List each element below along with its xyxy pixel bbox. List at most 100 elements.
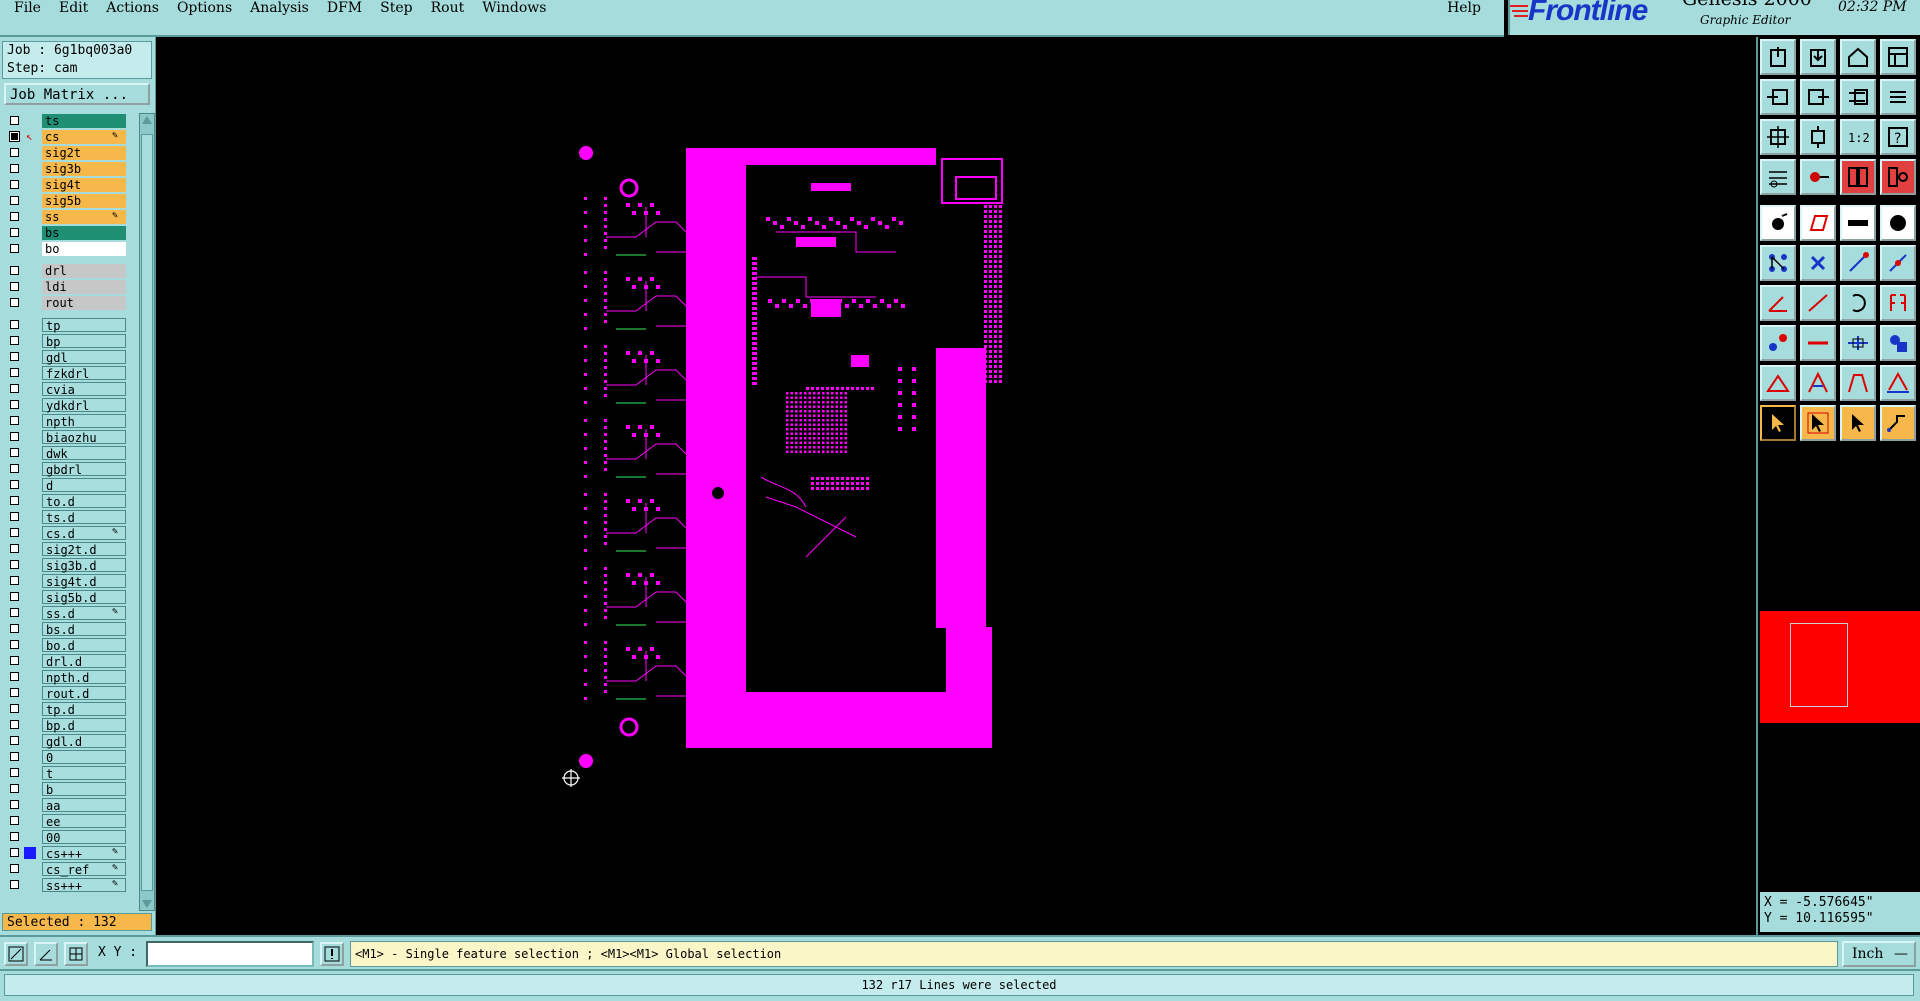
layer-checkbox[interactable] — [10, 816, 19, 825]
layer-row[interactable]: gbdrl — [4, 461, 126, 477]
layer-row[interactable]: 00 — [4, 829, 126, 845]
layer-checkbox[interactable] — [10, 480, 19, 489]
layer-row[interactable]: rout — [4, 295, 126, 311]
layer-name[interactable]: ts.d — [42, 510, 126, 525]
layer-row[interactable]: ydkdrl — [4, 397, 126, 413]
layer-checkbox[interactable] — [9, 131, 20, 142]
layer-row[interactable]: sig3b — [4, 161, 126, 177]
layer-name[interactable]: sig3b.d — [42, 558, 126, 573]
alert-icon[interactable] — [320, 942, 344, 966]
copy-pad-icon[interactable] — [1760, 325, 1796, 361]
layer-row[interactable]: b — [4, 781, 126, 797]
layer-row[interactable]: ss.d ✎ — [4, 605, 126, 621]
layer-checkbox[interactable] — [10, 640, 19, 649]
layer-name[interactable]: drl.d — [42, 654, 126, 669]
layer-checkbox[interactable] — [10, 848, 19, 857]
layer-checkbox[interactable] — [10, 352, 19, 361]
triangle2-icon[interactable] — [1800, 365, 1836, 401]
layer-name[interactable]: bp — [42, 334, 126, 349]
minimap-viewport[interactable] — [1790, 623, 1848, 707]
export-icon[interactable] — [1800, 79, 1836, 115]
layer-checkbox[interactable] — [10, 244, 19, 253]
delete-icon[interactable] — [1800, 245, 1836, 281]
layer-name[interactable]: bp.d — [42, 718, 126, 733]
graphic-canvas[interactable] — [156, 37, 1756, 935]
layer-row[interactable]: bo.d — [4, 637, 126, 653]
layer-row[interactable]: gdl.d — [4, 733, 126, 749]
layer-name[interactable]: fzkdrl — [42, 366, 126, 381]
layer-checkbox[interactable] — [10, 448, 19, 457]
layer-checkbox[interactable] — [10, 544, 19, 553]
layer-row[interactable]: sig5b — [4, 193, 126, 209]
triangle3-icon[interactable] — [1840, 365, 1876, 401]
layer-name[interactable]: b — [42, 782, 126, 797]
layer-name[interactable]: rout.d — [42, 686, 126, 701]
layer-checkbox[interactable] — [10, 282, 19, 291]
layer-name[interactable]: npth.d — [42, 670, 126, 685]
layer-row[interactable]: gdl — [4, 349, 126, 365]
layer-name[interactable]: sig3b — [42, 162, 126, 176]
layer-name[interactable]: bo — [42, 242, 126, 256]
layer-name[interactable]: ee — [42, 814, 126, 829]
save-job-icon[interactable] — [1800, 39, 1836, 75]
layer-checkbox[interactable] — [10, 180, 19, 189]
layer-name[interactable]: drl — [42, 264, 126, 278]
menu-rout[interactable]: Rout — [422, 0, 474, 17]
layer-name[interactable]: ydkdrl — [42, 398, 126, 413]
layer-row[interactable]: bs — [4, 225, 126, 241]
swap-icon[interactable] — [1840, 79, 1876, 115]
move-line-icon[interactable] — [1840, 245, 1876, 281]
layer-name[interactable]: d — [42, 478, 126, 493]
layers-red2-icon[interactable] — [1880, 159, 1916, 195]
layer-row[interactable]: cs.d ✎ — [4, 525, 126, 541]
job-matrix-button[interactable]: Job Matrix ... — [4, 83, 150, 105]
menu-windows[interactable]: Windows — [473, 0, 555, 17]
layer-row[interactable]: fzkdrl — [4, 365, 126, 381]
layer-row[interactable]: drl — [4, 263, 126, 279]
layer-row[interactable]: ee — [4, 813, 126, 829]
layer-checkbox[interactable] — [10, 368, 19, 377]
layer-checkbox[interactable] — [10, 384, 19, 393]
snap-icon[interactable] — [4, 942, 28, 966]
home-icon[interactable] — [1840, 39, 1876, 75]
triangle4-icon[interactable] — [1880, 365, 1916, 401]
layer-checkbox[interactable] — [10, 148, 19, 157]
layer-row[interactable]: sig4t.d — [4, 573, 126, 589]
layer-row[interactable]: bs.d — [4, 621, 126, 637]
layer-row[interactable]: sig2t — [4, 145, 126, 161]
layer-checkbox[interactable] — [10, 688, 19, 697]
layer-name[interactable]: bs.d — [42, 622, 126, 637]
zoom-home-icon[interactable] — [1800, 119, 1836, 155]
layer-checkbox[interactable] — [10, 672, 19, 681]
menu-dfm[interactable]: DFM — [318, 0, 371, 17]
select-pointer2-icon[interactable] — [1800, 405, 1836, 441]
layer-name[interactable]: t — [42, 766, 126, 781]
layer-checkbox[interactable] — [10, 720, 19, 729]
line-icon[interactable] — [1800, 285, 1836, 321]
open-job-icon[interactable] — [1760, 39, 1796, 75]
layer-row[interactable]: ldi — [4, 279, 126, 295]
layer-name[interactable]: bo.d — [42, 638, 126, 653]
scroll-thumb[interactable] — [141, 134, 153, 891]
layer-checkbox[interactable] — [10, 464, 19, 473]
layer-name[interactable]: sig5b.d — [42, 590, 126, 605]
layer-row[interactable]: biaozhu — [4, 429, 126, 445]
layer-checkbox[interactable] — [10, 212, 19, 221]
layer-checkbox[interactable] — [10, 416, 19, 425]
layer-row[interactable]: t — [4, 765, 126, 781]
layer-checkbox[interactable] — [10, 656, 19, 665]
layer-checkbox[interactable] — [10, 512, 19, 521]
menu-analysis[interactable]: Analysis — [241, 0, 318, 17]
layer-checkbox[interactable] — [10, 592, 19, 601]
arc-icon[interactable] — [1840, 285, 1876, 321]
layer-row[interactable]: ss+++ ✎ — [4, 877, 126, 893]
layer-name[interactable]: npth — [42, 414, 126, 429]
layer-row[interactable]: ts — [4, 113, 126, 129]
component-icon[interactable] — [1880, 325, 1916, 361]
grid-icon[interactable] — [64, 942, 88, 966]
xy-input[interactable] — [146, 941, 314, 967]
layer-row[interactable]: bp — [4, 333, 126, 349]
layer-checkbox[interactable] — [10, 880, 19, 889]
layer-row[interactable]: aa — [4, 797, 126, 813]
split-icon[interactable] — [1800, 325, 1836, 361]
